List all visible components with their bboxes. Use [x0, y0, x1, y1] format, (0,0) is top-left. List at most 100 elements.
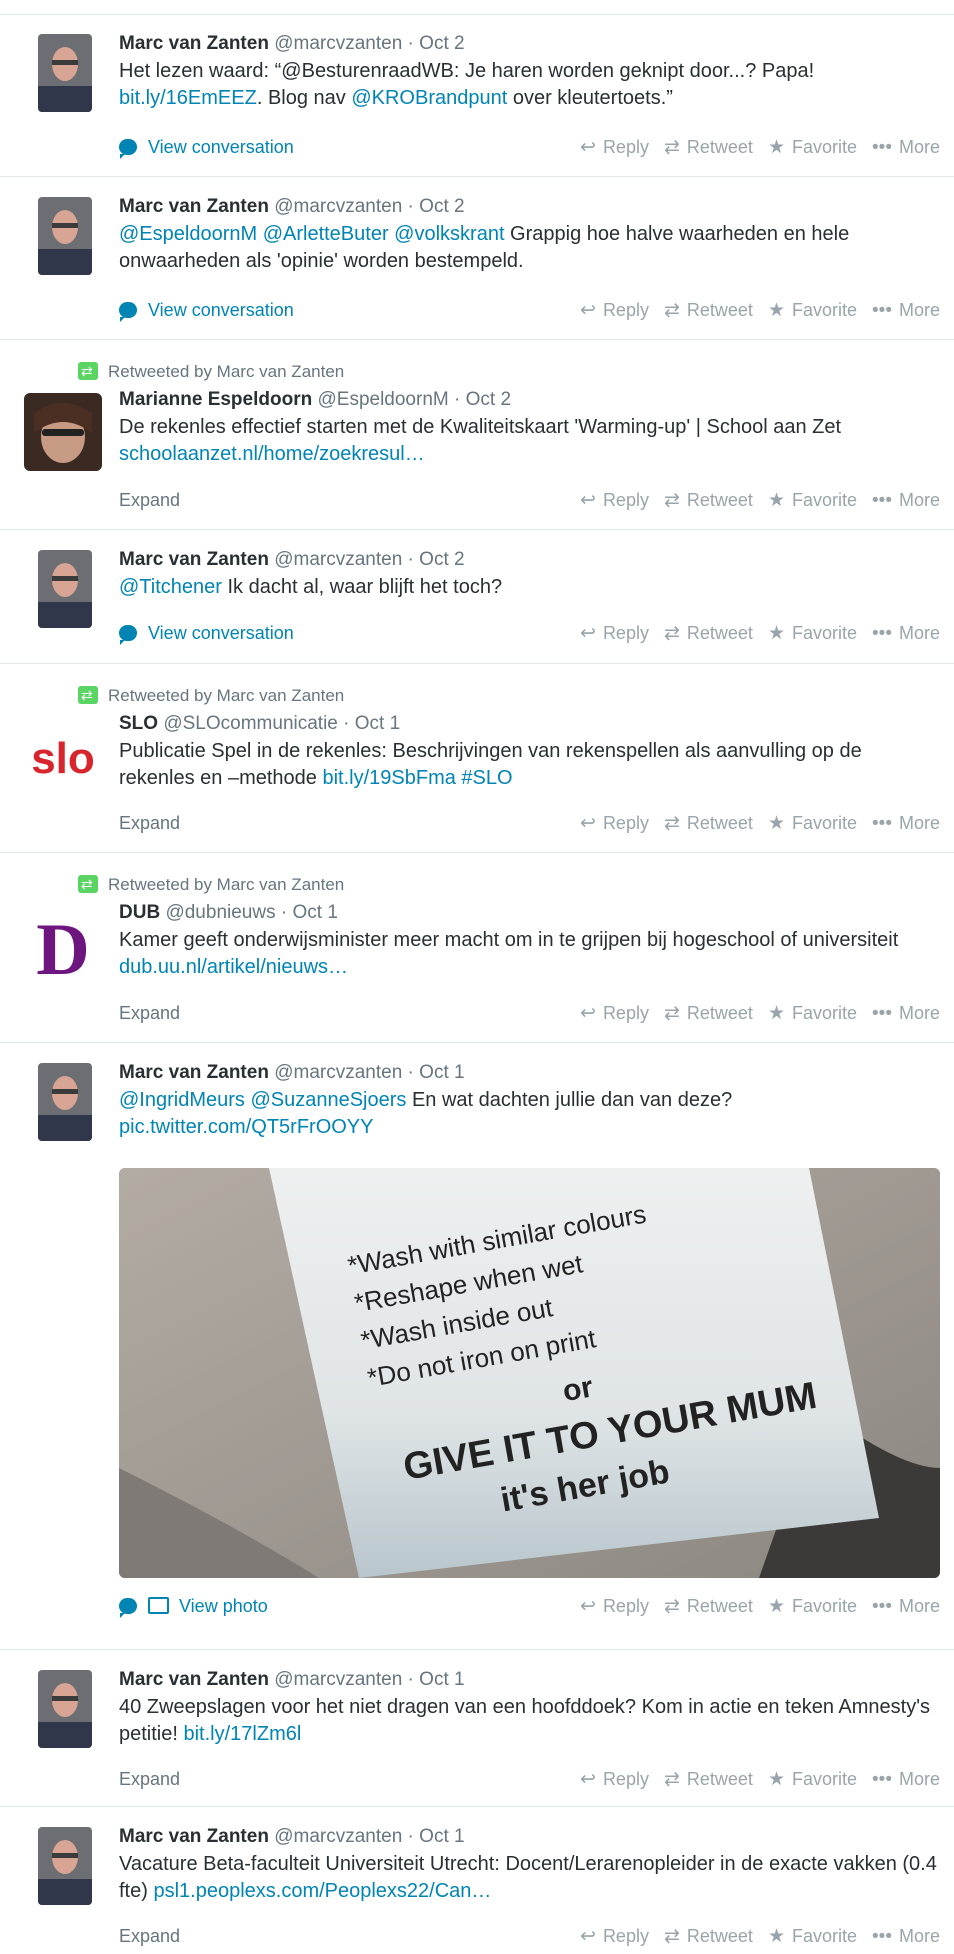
tweet[interactable]: Retweeted by Marc van Zanten Marianne Es…: [0, 340, 954, 530]
tweet[interactable]: Retweeted by Marc van Zanten D DUB @dubn…: [0, 853, 954, 1043]
tweet[interactable]: Marc van Zanten @marcvzanten · Oct 2 @Ti…: [0, 530, 954, 664]
username[interactable]: @marcvzanten: [274, 33, 402, 54]
more-action[interactable]: ••• More: [872, 1000, 940, 1027]
tweet-link[interactable]: psl1.peoplexs.com/Peoplexs22/Can…: [153, 1880, 491, 1902]
username[interactable]: @marcvzanten: [274, 1062, 402, 1083]
timestamp[interactable]: Oct 2: [419, 549, 464, 570]
reply-action[interactable]: ↩ Reply: [580, 1000, 649, 1027]
retweet-action[interactable]: ⇄ Retweet: [664, 1593, 753, 1620]
full-name[interactable]: SLO: [119, 713, 158, 734]
avatar[interactable]: D: [24, 906, 102, 984]
full-name[interactable]: Marc van Zanten: [119, 1826, 269, 1847]
username[interactable]: @marcvzanten: [274, 1669, 402, 1690]
retweet-action[interactable]: ⇄ Retweet: [664, 1000, 753, 1027]
reply-action[interactable]: ↩ Reply: [580, 134, 649, 161]
timestamp[interactable]: Oct 1: [292, 902, 337, 923]
favorite-action[interactable]: ★ Favorite: [768, 1923, 857, 1950]
expand-link[interactable]: Expand: [119, 1769, 180, 1789]
retweet-action[interactable]: ⇄ Retweet: [664, 134, 753, 161]
pic-link[interactable]: pic.twitter.com/QT5rFrOOYY: [119, 1116, 373, 1138]
retweet-action[interactable]: ⇄ Retweet: [664, 487, 753, 514]
more-action[interactable]: ••• More: [872, 620, 940, 647]
full-name[interactable]: Marc van Zanten: [119, 196, 269, 217]
tweet-photo[interactable]: *Wash with similar colours *Reshape when…: [119, 1168, 940, 1578]
username[interactable]: @dubnieuws: [165, 902, 275, 923]
favorite-action[interactable]: ★ Favorite: [768, 1766, 857, 1793]
favorite-action[interactable]: ★ Favorite: [768, 810, 857, 837]
tweet-link[interactable]: bit.ly/16EmEEZ: [119, 87, 257, 109]
username[interactable]: @EspeldoornM: [317, 389, 448, 410]
full-name[interactable]: Marianne Espeldoorn: [119, 389, 312, 410]
tweet[interactable]: Marc van Zanten @marcvzanten · Oct 1 @In…: [0, 1043, 954, 1650]
expand-link[interactable]: Expand: [119, 490, 180, 510]
avatar[interactable]: [38, 1827, 92, 1905]
full-name[interactable]: Marc van Zanten: [119, 1669, 269, 1690]
mention-link[interactable]: @IngridMeurs @SuzanneSjoers: [119, 1089, 406, 1111]
avatar[interactable]: [38, 34, 92, 112]
timestamp[interactable]: Oct 1: [355, 713, 400, 734]
retweet-action[interactable]: ⇄ Retweet: [664, 620, 753, 647]
more-action[interactable]: ••• More: [872, 297, 940, 324]
retweet-action[interactable]: ⇄ Retweet: [664, 810, 753, 837]
reply-action[interactable]: ↩ Reply: [580, 1593, 649, 1620]
tweet-link[interactable]: schoolaanzet.nl/home/zoekresul…: [119, 443, 425, 465]
reply-action[interactable]: ↩ Reply: [580, 1766, 649, 1793]
tweet-link[interactable]: bit.ly/19SbFma #SLO: [322, 767, 512, 789]
expand-link[interactable]: Expand: [119, 1003, 180, 1023]
more-action[interactable]: ••• More: [872, 487, 940, 514]
reply-action[interactable]: ↩ Reply: [580, 1923, 649, 1950]
more-action[interactable]: ••• More: [872, 810, 940, 837]
avatar[interactable]: [38, 550, 92, 628]
more-action[interactable]: ••• More: [872, 1766, 940, 1793]
view-conversation-link[interactable]: View conversation: [119, 137, 294, 159]
timestamp[interactable]: Oct 2: [419, 196, 464, 217]
expand-link[interactable]: Expand: [119, 813, 180, 833]
tweet-link[interactable]: bit.ly/17lZm6l: [183, 1723, 301, 1745]
tweet-link[interactable]: dub.uu.nl/artikel/nieuws…: [119, 956, 348, 978]
avatar[interactable]: [38, 1063, 92, 1141]
full-name[interactable]: Marc van Zanten: [119, 549, 269, 570]
more-action[interactable]: ••• More: [872, 134, 940, 161]
timestamp[interactable]: Oct 2: [419, 33, 464, 54]
favorite-action[interactable]: ★ Favorite: [768, 487, 857, 514]
tweet[interactable]: Marc van Zanten @marcvzanten · Oct 1 40 …: [0, 1650, 954, 1807]
mention-link[interactable]: @Titchener: [119, 576, 222, 598]
timestamp[interactable]: Oct 2: [466, 389, 511, 410]
more-action[interactable]: ••• More: [872, 1923, 940, 1950]
favorite-action[interactable]: ★ Favorite: [768, 620, 857, 647]
favorite-action[interactable]: ★ Favorite: [768, 297, 857, 324]
full-name[interactable]: DUB: [119, 902, 160, 923]
reply-action[interactable]: ↩ Reply: [580, 810, 649, 837]
reply-action[interactable]: ↩ Reply: [580, 620, 649, 647]
username[interactable]: @SLOcommunicatie: [163, 713, 338, 734]
avatar[interactable]: [24, 393, 102, 471]
retweet-action[interactable]: ⇄ Retweet: [664, 1923, 753, 1950]
favorite-action[interactable]: ★ Favorite: [768, 134, 857, 161]
reply-action[interactable]: ↩ Reply: [580, 297, 649, 324]
view-conversation-link[interactable]: View conversation: [119, 623, 294, 645]
full-name[interactable]: Marc van Zanten: [119, 33, 269, 54]
tweet[interactable]: Marc van Zanten @marcvzanten · Oct 1 Vac…: [0, 1807, 954, 1954]
timestamp[interactable]: Oct 1: [419, 1826, 464, 1847]
retweet-action[interactable]: ⇄ Retweet: [664, 297, 753, 324]
mention-link[interactable]: @EspeldoornM @ArletteButer @volkskrant: [119, 223, 505, 245]
retweet-action[interactable]: ⇄ Retweet: [664, 1766, 753, 1793]
full-name[interactable]: Marc van Zanten: [119, 1062, 269, 1083]
view-photo-link[interactable]: View photo: [119, 1596, 268, 1618]
reply-action[interactable]: ↩ Reply: [580, 487, 649, 514]
avatar[interactable]: [38, 1670, 92, 1748]
avatar[interactable]: slo: [24, 717, 102, 795]
username[interactable]: @marcvzanten: [274, 1826, 402, 1847]
username[interactable]: @marcvzanten: [274, 549, 402, 570]
username[interactable]: @marcvzanten: [274, 196, 402, 217]
favorite-action[interactable]: ★ Favorite: [768, 1593, 857, 1620]
avatar[interactable]: [38, 197, 92, 275]
timestamp[interactable]: Oct 1: [419, 1669, 464, 1690]
expand-link[interactable]: Expand: [119, 1926, 180, 1946]
tweet[interactable]: Marc van Zanten @marcvzanten · Oct 2 @Es…: [0, 177, 954, 340]
mention-link[interactable]: @KROBrandpunt: [351, 87, 507, 109]
tweet[interactable]: Marc van Zanten @marcvzanten · Oct 2 Het…: [0, 14, 954, 177]
view-conversation-link[interactable]: View conversation: [119, 300, 294, 322]
timestamp[interactable]: Oct 1: [419, 1062, 464, 1083]
more-action[interactable]: ••• More: [872, 1593, 940, 1620]
